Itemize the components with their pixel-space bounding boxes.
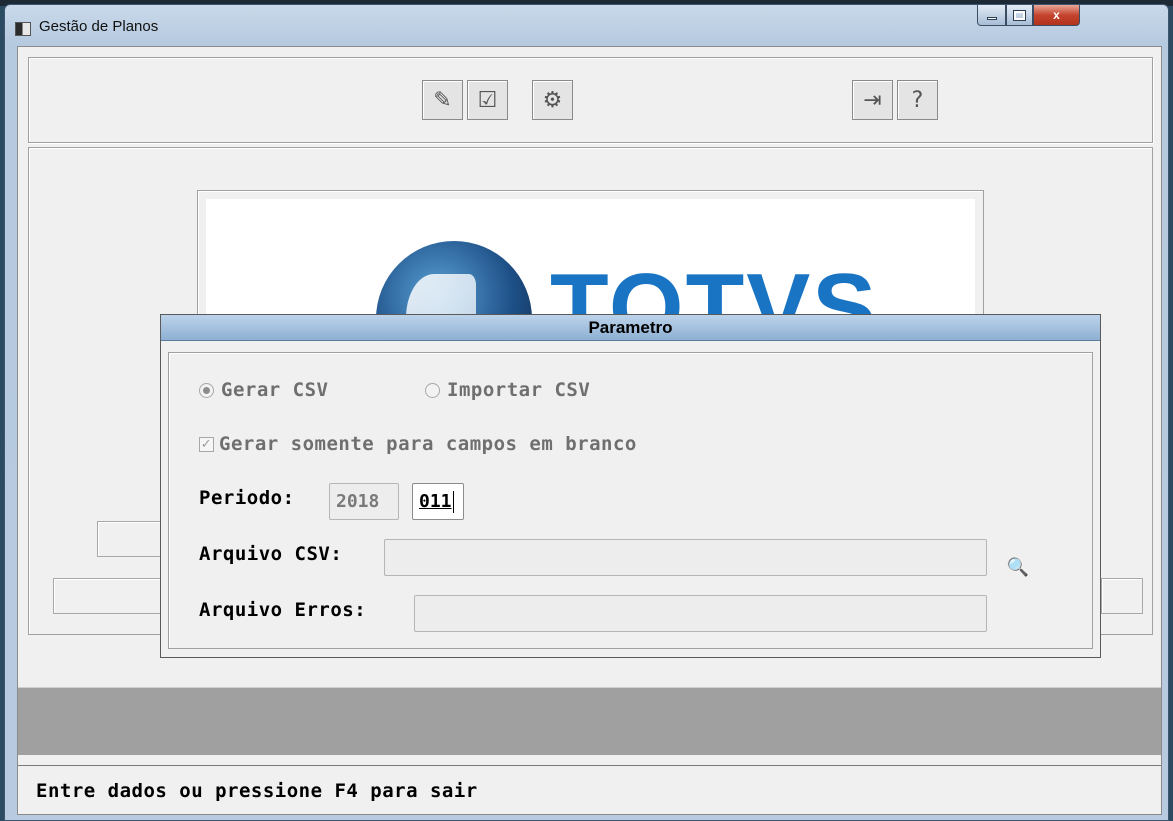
minimize-icon [986, 16, 997, 20]
gerar-csv-label: Gerar CSV [221, 379, 329, 401]
close-button[interactable]: x [1033, 5, 1080, 26]
empty-band [18, 687, 1161, 755]
help-icon: ? [911, 87, 924, 113]
arquivo-erros-field[interactable] [414, 595, 987, 632]
window-title: Gestão de Planos [39, 18, 159, 35]
tool-list-button[interactable]: ☑ [467, 80, 508, 120]
dialog-body: Gerar CSV Importar CSV ✓ Gerar somente p… [168, 352, 1093, 649]
gear-icon: ⚙ [542, 87, 563, 113]
exit-door-icon: ⇥ [863, 87, 882, 113]
blank-fields-checkbox[interactable]: ✓ Gerar somente para campos em branco [199, 433, 637, 455]
title-bar[interactable]: Gestão de Planos x [5, 5, 1168, 45]
dialog-title: Parametro [161, 315, 1100, 341]
arquivo-csv-label: Arquivo CSV: [199, 543, 343, 565]
tool-help-button[interactable]: ? [897, 80, 938, 120]
checkbox-label: Gerar somente para campos em branco [219, 433, 637, 455]
radio-selected-icon [199, 382, 214, 398]
arquivo-erros-label: Arquivo Erros: [199, 599, 367, 621]
text-caret [452, 491, 454, 513]
importar-csv-label: Importar CSV [447, 379, 591, 401]
edit-icon: ✎ [433, 87, 452, 113]
radio-unselected-icon [425, 382, 440, 398]
tool-exit-button[interactable]: ⇥ [852, 80, 893, 120]
maximize-icon [1013, 9, 1026, 21]
tool-edit-button[interactable]: ✎ [422, 80, 463, 120]
minimize-button[interactable] [977, 5, 1006, 26]
checkmark-icon: ✓ [199, 436, 214, 452]
importar-csv-radio[interactable]: Importar CSV [425, 379, 590, 401]
hidden-field [1101, 578, 1143, 614]
app-icon [15, 22, 31, 36]
parametro-dialog: Parametro Gerar CSV Importar CSV ✓ Gerar… [160, 314, 1101, 658]
gerar-csv-radio[interactable]: Gerar CSV [199, 379, 328, 401]
toolbar: ✎ ☑ ⚙ ⇥ ? [28, 57, 1153, 143]
status-message: Entre dados ou pressione F4 para sair [36, 780, 478, 802]
status-bar: Entre dados ou pressione F4 para sair [18, 765, 1161, 813]
maximize-button[interactable] [1006, 5, 1033, 26]
periodo-year-field[interactable]: 2018 [329, 483, 399, 520]
tool-settings-button[interactable]: ⚙ [532, 80, 573, 120]
search-icon[interactable]: 🔍 [1005, 555, 1031, 581]
arquivo-csv-field[interactable] [384, 539, 987, 576]
close-icon: x [1053, 8, 1060, 22]
periodo-month-field[interactable]: 011 [412, 483, 464, 520]
periodo-label: Periodo: [199, 487, 295, 509]
checklist-icon: ☑ [477, 87, 498, 113]
